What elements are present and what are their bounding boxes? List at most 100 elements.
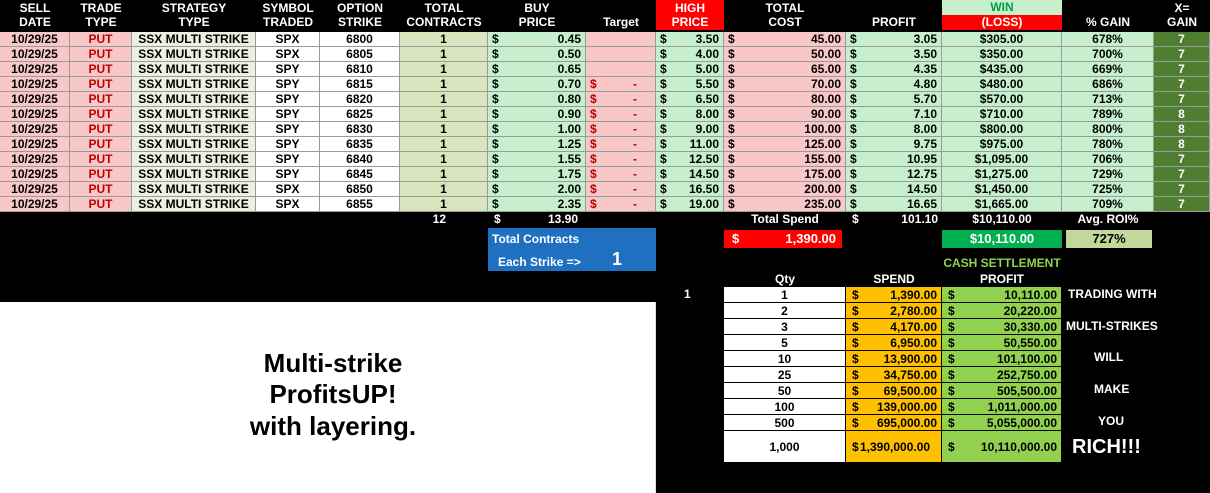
cs-profit-cell[interactable]: $5,055,000.00: [942, 415, 1062, 431]
cell-pct[interactable]: 789%: [1062, 107, 1154, 122]
cell-symbol[interactable]: SPY: [256, 77, 320, 92]
cell-strike[interactable]: 6845: [320, 167, 400, 182]
cell-type[interactable]: PUT: [70, 62, 132, 77]
cell-buy[interactable]: $0.80: [488, 92, 586, 107]
cell-strategy[interactable]: SSX MULTI STRIKE: [132, 182, 256, 197]
cell-contracts[interactable]: 1: [400, 182, 488, 197]
cell-high[interactable]: $4.00: [656, 47, 724, 62]
cell-strike[interactable]: 6850: [320, 182, 400, 197]
cell-high[interactable]: $11.00: [656, 137, 724, 152]
cs-spend-cell[interactable]: $1,390,000.00: [846, 431, 942, 463]
cell-buy[interactable]: $0.65: [488, 62, 586, 77]
cs-profit-cell[interactable]: $1,011,000.00: [942, 399, 1062, 415]
cell-contracts[interactable]: 1: [400, 197, 488, 212]
cell-profit[interactable]: $9.75: [846, 137, 942, 152]
cell-winloss[interactable]: $975.00: [942, 137, 1062, 152]
cell-date[interactable]: 10/29/25: [0, 182, 70, 197]
cs-profit-cell[interactable]: $30,330.00: [942, 319, 1062, 335]
cell-symbol[interactable]: SPX: [256, 47, 320, 62]
cs-qty-cell[interactable]: 100: [724, 399, 846, 415]
cell-date[interactable]: 10/29/25: [0, 92, 70, 107]
cs-spend-cell[interactable]: $13,900.00: [846, 351, 942, 367]
cell-strategy[interactable]: SSX MULTI STRIKE: [132, 122, 256, 137]
cs-spend-cell[interactable]: $2,780.00: [846, 303, 942, 319]
cell-strategy[interactable]: SSX MULTI STRIKE: [132, 92, 256, 107]
cell-target[interactable]: $ -: [586, 167, 656, 182]
cell-contracts[interactable]: 1: [400, 167, 488, 182]
cell-date[interactable]: 10/29/25: [0, 152, 70, 167]
cell-pct[interactable]: 713%: [1062, 92, 1154, 107]
cell-contracts[interactable]: 1: [400, 122, 488, 137]
cell-strategy[interactable]: SSX MULTI STRIKE: [132, 197, 256, 212]
cell-strike[interactable]: 6805: [320, 47, 400, 62]
cell-pct[interactable]: 678%: [1062, 32, 1154, 47]
cell-symbol[interactable]: SPY: [256, 107, 320, 122]
cell-cost[interactable]: $90.00: [724, 107, 846, 122]
cell-cost[interactable]: $175.00: [724, 167, 846, 182]
cell-type[interactable]: PUT: [70, 92, 132, 107]
cs-profit-cell[interactable]: $101,100.00: [942, 351, 1062, 367]
cell-winloss[interactable]: $350.00: [942, 47, 1062, 62]
cell-pct[interactable]: 800%: [1062, 122, 1154, 137]
cell-buy[interactable]: $2.35: [488, 197, 586, 212]
cell-contracts[interactable]: 1: [400, 92, 488, 107]
cs-spend-cell[interactable]: $4,170.00: [846, 319, 942, 335]
cs-qty-cell[interactable]: 2: [724, 303, 846, 319]
cs-qty-cell[interactable]: 500: [724, 415, 846, 431]
cs-spend-cell[interactable]: $695,000.00: [846, 415, 942, 431]
cell-x[interactable]: 8: [1154, 122, 1210, 137]
cell-buy[interactable]: $0.45: [488, 32, 586, 47]
cell-pct[interactable]: 729%: [1062, 167, 1154, 182]
cell-contracts[interactable]: 1: [400, 152, 488, 167]
cell-strategy[interactable]: SSX MULTI STRIKE: [132, 47, 256, 62]
cs-profit-cell[interactable]: $505,500.00: [942, 383, 1062, 399]
cell-target[interactable]: [586, 47, 656, 62]
cell-date[interactable]: 10/29/25: [0, 77, 70, 92]
cell-profit[interactable]: $10.95: [846, 152, 942, 167]
cell-type[interactable]: PUT: [70, 152, 132, 167]
cell-symbol[interactable]: SPY: [256, 167, 320, 182]
cell-strike[interactable]: 6855: [320, 197, 400, 212]
cell-winloss[interactable]: $435.00: [942, 62, 1062, 77]
cell-strike[interactable]: 6820: [320, 92, 400, 107]
cell-strike[interactable]: 6825: [320, 107, 400, 122]
cell-symbol[interactable]: SPX: [256, 182, 320, 197]
cell-profit[interactable]: $7.10: [846, 107, 942, 122]
cell-strategy[interactable]: SSX MULTI STRIKE: [132, 167, 256, 182]
cell-high[interactable]: $3.50: [656, 32, 724, 47]
cell-profit[interactable]: $14.50: [846, 182, 942, 197]
cell-target[interactable]: $ -: [586, 92, 656, 107]
cell-pct[interactable]: 706%: [1062, 152, 1154, 167]
cell-profit[interactable]: $16.65: [846, 197, 942, 212]
cell-x[interactable]: 7: [1154, 47, 1210, 62]
cell-strategy[interactable]: SSX MULTI STRIKE: [132, 62, 256, 77]
cell-winloss[interactable]: $1,275.00: [942, 167, 1062, 182]
cell-date[interactable]: 10/29/25: [0, 197, 70, 212]
cell-date[interactable]: 10/29/25: [0, 167, 70, 182]
cell-contracts[interactable]: 1: [400, 107, 488, 122]
cell-type[interactable]: PUT: [70, 107, 132, 122]
cell-winloss[interactable]: $1,450.00: [942, 182, 1062, 197]
cell-type[interactable]: PUT: [70, 32, 132, 47]
cell-pct[interactable]: 700%: [1062, 47, 1154, 62]
cs-spend-cell[interactable]: $69,500.00: [846, 383, 942, 399]
cell-winloss[interactable]: $305.00: [942, 32, 1062, 47]
cell-symbol[interactable]: SPX: [256, 32, 320, 47]
cell-symbol[interactable]: SPY: [256, 152, 320, 167]
cell-strike[interactable]: 6840: [320, 152, 400, 167]
cell-target[interactable]: $ -: [586, 107, 656, 122]
cell-date[interactable]: 10/29/25: [0, 107, 70, 122]
cell-winloss[interactable]: $480.00: [942, 77, 1062, 92]
cs-profit-cell[interactable]: $252,750.00: [942, 367, 1062, 383]
cell-strategy[interactable]: SSX MULTI STRIKE: [132, 137, 256, 152]
cell-buy[interactable]: $0.50: [488, 47, 586, 62]
cell-symbol[interactable]: SPX: [256, 197, 320, 212]
cell-winloss[interactable]: $1,095.00: [942, 152, 1062, 167]
cell-cost[interactable]: $80.00: [724, 92, 846, 107]
cs-qty-cell[interactable]: 1: [724, 287, 846, 303]
cell-target[interactable]: [586, 32, 656, 47]
cell-contracts[interactable]: 1: [400, 62, 488, 77]
cell-pct[interactable]: 725%: [1062, 182, 1154, 197]
cell-type[interactable]: PUT: [70, 182, 132, 197]
cs-spend-cell[interactable]: $6,950.00: [846, 335, 942, 351]
